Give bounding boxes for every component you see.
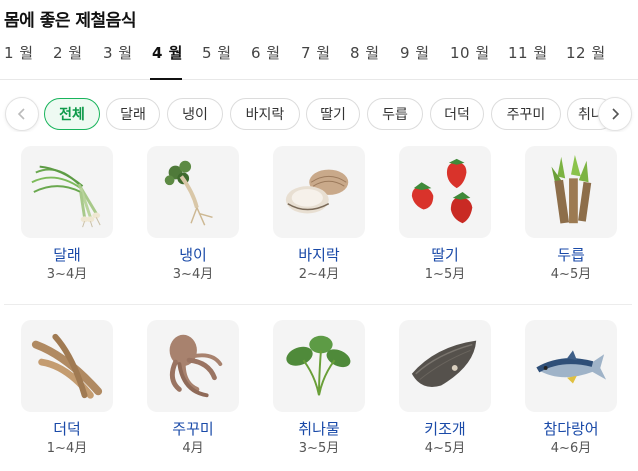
octopus-icon bbox=[169, 334, 223, 398]
chip-dallae[interactable]: 달래 bbox=[106, 98, 160, 130]
food-season: 4月 bbox=[182, 441, 204, 456]
chip-bajirak[interactable]: 바지락 bbox=[230, 98, 300, 130]
row-divider bbox=[4, 304, 632, 305]
food-season: 4~5月 bbox=[424, 441, 466, 456]
deodeok-icon bbox=[31, 333, 103, 399]
food-item-dallae[interactable]: 달래 3~4月 bbox=[21, 146, 113, 283]
dureup-icon bbox=[551, 154, 592, 224]
clam-icon bbox=[285, 169, 349, 214]
food-item-deodeok[interactable]: 더덕 1~4月 bbox=[21, 320, 113, 457]
food-row: 더덕 1~4月 주꾸미 4月 취나물 3~5月 키조개 4~5月 참다랑어 4~… bbox=[0, 320, 638, 471]
food-item-naengi[interactable]: 냉이 3~4月 bbox=[147, 146, 239, 283]
tab-month-5[interactable]: 5 월 bbox=[202, 42, 232, 63]
food-season: 2~4月 bbox=[298, 267, 340, 282]
food-season: 1~4月 bbox=[46, 441, 88, 456]
naengi-icon bbox=[164, 160, 213, 226]
chips-prev-button[interactable] bbox=[5, 97, 39, 131]
pen-shell-icon bbox=[411, 340, 477, 387]
food-item-chwinamul[interactable]: 취나물 3~5月 bbox=[273, 320, 365, 457]
food-season: 4~5月 bbox=[550, 267, 592, 282]
food-item-jukkumi[interactable]: 주꾸미 4月 bbox=[147, 320, 239, 457]
chwinamul-icon bbox=[286, 335, 351, 396]
chevron-right-icon bbox=[612, 108, 620, 120]
food-item-dureup[interactable]: 두릅 4~5月 bbox=[525, 146, 617, 283]
month-tabs: 1 월 2 월 3 월 4 월 5 월 6 월 7 월 8 월 9 월 10 월… bbox=[0, 42, 638, 80]
food-name: 달래 bbox=[53, 246, 81, 264]
food-item-strawberry[interactable]: 딸기 1~5月 bbox=[399, 146, 491, 283]
tab-month-10[interactable]: 10 월 bbox=[450, 42, 490, 63]
food-item-bajirak[interactable]: 바지락 2~4月 bbox=[273, 146, 365, 283]
food-name: 취나물 bbox=[298, 420, 340, 438]
tab-month-7[interactable]: 7 월 bbox=[301, 42, 331, 63]
chips-next-button[interactable] bbox=[598, 97, 632, 131]
tab-month-12[interactable]: 12 월 bbox=[566, 42, 606, 63]
food-item-tuna[interactable]: 참다랑어 4~6月 bbox=[525, 320, 617, 457]
food-season: 4~6月 bbox=[550, 441, 592, 456]
food-name: 딸기 bbox=[431, 246, 459, 264]
tab-month-2[interactable]: 2 월 bbox=[53, 42, 83, 63]
food-row: 달래 3~4月 냉이 3~4月 바지락 2~4月 딸기 1~5月 두릅 4~5月 bbox=[0, 146, 638, 304]
chip-deodeok[interactable]: 더덕 bbox=[430, 98, 484, 130]
strawberry-icon bbox=[411, 158, 473, 224]
food-season: 3~4月 bbox=[46, 267, 88, 282]
tab-month-9[interactable]: 9 월 bbox=[400, 42, 430, 63]
chevron-left-icon bbox=[17, 108, 25, 120]
tuna-icon bbox=[536, 350, 607, 384]
dallae-icon bbox=[31, 165, 101, 228]
chip-strawberry[interactable]: 딸기 bbox=[306, 98, 360, 130]
active-tab-indicator bbox=[150, 78, 182, 80]
food-name: 키조개 bbox=[424, 420, 466, 438]
chip-jukkumi[interactable]: 주꾸미 bbox=[491, 98, 561, 130]
tab-month-4[interactable]: 4 월 bbox=[152, 42, 183, 63]
food-name: 두릅 bbox=[557, 246, 585, 264]
tab-month-8[interactable]: 8 월 bbox=[350, 42, 380, 63]
food-season: 1~5月 bbox=[424, 267, 466, 282]
food-season: 3~4月 bbox=[172, 267, 214, 282]
tab-month-6[interactable]: 6 월 bbox=[251, 42, 281, 63]
food-name: 참다랑어 bbox=[543, 420, 599, 438]
food-season: 3~5月 bbox=[298, 441, 340, 456]
food-name: 주꾸미 bbox=[172, 420, 214, 438]
food-item-kijogae[interactable]: 키조개 4~5月 bbox=[399, 320, 491, 457]
chip-dureup[interactable]: 두릅 bbox=[367, 98, 423, 130]
tab-month-11[interactable]: 11 월 bbox=[508, 42, 548, 63]
category-chips: 전체 달래 냉이 바지락 딸기 두릅 더덕 주꾸미 취나 bbox=[0, 96, 638, 132]
food-grid: 달래 3~4月 냉이 3~4月 바지락 2~4月 딸기 1~5月 두릅 4~5月… bbox=[0, 146, 638, 471]
food-name: 더덕 bbox=[53, 420, 81, 438]
tab-month-1[interactable]: 1 월 bbox=[4, 42, 34, 63]
food-name: 냉이 bbox=[179, 246, 207, 264]
food-name: 바지락 bbox=[298, 246, 340, 264]
tab-month-3[interactable]: 3 월 bbox=[103, 42, 133, 63]
chip-naengi[interactable]: 냉이 bbox=[167, 98, 223, 130]
chip-all[interactable]: 전체 bbox=[44, 98, 100, 130]
page-title: 몸에 좋은 제철음식 bbox=[4, 11, 136, 31]
